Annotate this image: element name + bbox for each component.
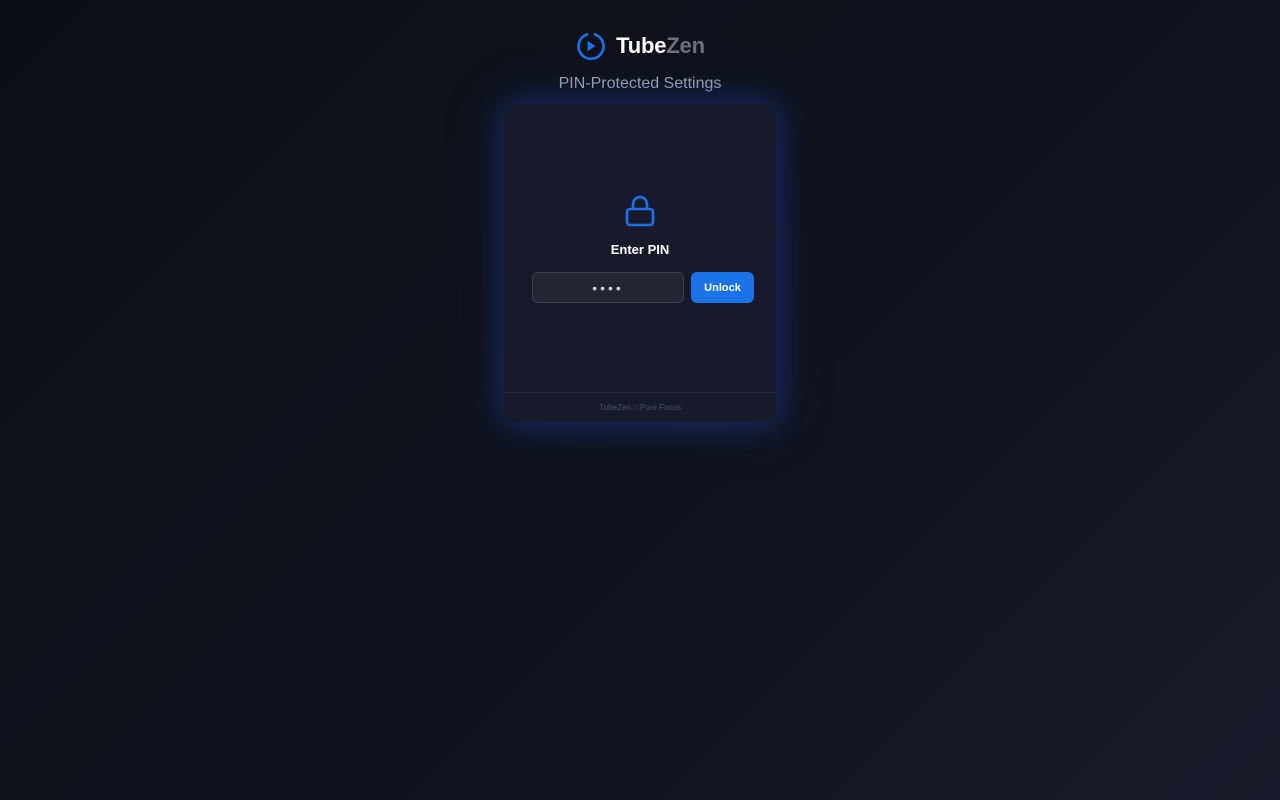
- pin-input[interactable]: [532, 272, 684, 303]
- circular-play-icon: [577, 33, 605, 61]
- page-subtitle: PIN-Protected Settings: [558, 75, 722, 92]
- pin-form: Unlock: [532, 272, 754, 303]
- brand-name-primary: Tube: [616, 33, 667, 58]
- card-footer: TubeZen □ Pure Focus: [504, 392, 776, 422]
- unlock-button[interactable]: Unlock: [691, 272, 754, 303]
- lock-icon-wrapper: [504, 194, 776, 233]
- pin-title: Enter PIN: [610, 242, 670, 257]
- lock-icon: [625, 195, 655, 227]
- brand-name-secondary: Zen: [666, 33, 705, 58]
- brand-name: TubeZen: [616, 33, 705, 59]
- page-header: TubeZen PIN-Protected Settings: [0, 30, 1280, 93]
- brand: TubeZen: [575, 30, 705, 62]
- pin-card: Enter PIN Unlock TubeZen □ Pure Focus: [504, 104, 776, 422]
